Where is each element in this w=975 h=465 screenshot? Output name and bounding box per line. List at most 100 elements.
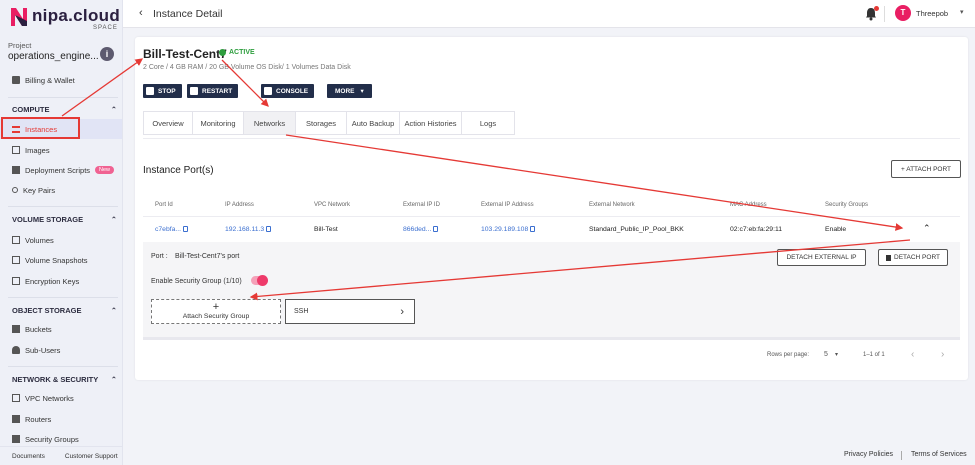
column-header: Port Id (155, 202, 173, 208)
privacy-policies-link[interactable]: Privacy Policies (844, 451, 893, 458)
port-id-cell[interactable]: c7ebfa... (155, 226, 189, 233)
sidebar-item-encryption-keys[interactable]: Encryption Keys (0, 271, 122, 291)
instance-tabs: Overview Monitoring Networks Storages Au… (143, 111, 515, 135)
chevron-up-icon: ⌃ (110, 375, 117, 384)
status-dot-icon (219, 49, 226, 56)
sidebar-item-key-pairs[interactable]: Key Pairs (0, 180, 122, 200)
script-icon (12, 166, 20, 174)
pagination: Rows per page: 5 ▾ 1–1 of 1 ‹ › (135, 349, 968, 364)
restart-button[interactable]: RESTART (187, 84, 239, 98)
sidebar-item-images[interactable]: Images (0, 140, 122, 160)
column-header: External IP ID (403, 202, 440, 208)
section-network-security[interactable]: NETWORK & SECURITY ⌃ (12, 375, 117, 384)
key-icon (12, 187, 18, 193)
divider (8, 206, 118, 207)
back-arrow-icon[interactable]: ‹ (139, 7, 143, 19)
column-header: IP Address (225, 202, 254, 208)
trash-icon (886, 254, 891, 261)
security-group-ssh[interactable]: SSH › (285, 299, 415, 324)
instance-detail-card: Bill-Test-Cent7 ACTIVE 2 Core / 4 GB RAM… (135, 37, 968, 380)
brand-sub: SPACE (93, 25, 118, 31)
terms-of-services-link[interactable]: Terms of Services (911, 451, 967, 458)
tab-monitoring[interactable]: Monitoring (193, 112, 244, 134)
sidebar-item-deployment-scripts[interactable]: Deployment Scripts New (0, 160, 122, 180)
prev-page-icon[interactable]: ‹ (911, 349, 914, 360)
chevron-up-icon: ⌃ (110, 105, 117, 114)
caret-down-icon[interactable]: ▾ (835, 351, 838, 358)
copy-icon[interactable] (266, 226, 272, 233)
project-name[interactable]: operations_engine... (8, 51, 99, 62)
console-button[interactable]: CONSOLE (261, 84, 315, 98)
tab-action-histories[interactable]: Action Histories (400, 112, 462, 134)
copy-icon[interactable] (433, 226, 439, 233)
new-badge: New (95, 166, 115, 174)
tab-auto-backup[interactable]: Auto Backup (347, 112, 400, 134)
documents-link[interactable]: Documents (12, 453, 45, 460)
mac-address-cell: 02:c7:eb:fa:29:11 (730, 226, 783, 233)
network-icon (12, 394, 20, 402)
external-ip-id-cell[interactable]: 866ded... (403, 226, 439, 233)
chevron-down-icon[interactable]: ▾ (960, 8, 964, 16)
security-group-toggle[interactable] (251, 275, 268, 286)
collapse-chevron-icon[interactable]: ⌃ (923, 223, 931, 234)
user-name[interactable]: Threepob (916, 9, 948, 18)
port-detail-panel: Port : Bill-Test-Cent7's port DETACH EXT… (143, 242, 960, 340)
divider (8, 366, 118, 367)
table-header: Port Id IP Address VPC Network External … (143, 197, 960, 217)
ip-address-cell[interactable]: 192.168.11.3 (225, 226, 272, 233)
sidebar-item-volumes[interactable]: Volumes (0, 230, 122, 250)
status-badge: ACTIVE (219, 49, 255, 56)
sidebar-item-volume-snapshots[interactable]: Volume Snapshots (0, 250, 122, 270)
port-label: Port : (151, 253, 168, 260)
tab-overview[interactable]: Overview (144, 112, 193, 134)
avatar[interactable]: T (895, 5, 911, 21)
project-info-icon[interactable]: i (100, 47, 114, 61)
customer-support-link[interactable]: Customer Support (65, 453, 118, 460)
section-volume-storage[interactable]: VOLUME STORAGE ⌃ (12, 215, 117, 224)
toggle-knob (257, 275, 268, 286)
section-object-storage[interactable]: OBJECT STORAGE ⌃ (12, 306, 117, 315)
copy-icon[interactable] (183, 226, 189, 233)
chevron-up-icon: ⌃ (110, 306, 117, 315)
divider (901, 451, 902, 460)
restart-icon (190, 87, 198, 95)
tab-networks[interactable]: Networks (244, 112, 296, 134)
column-header: Security Groups (825, 202, 869, 208)
volume-icon (12, 236, 20, 244)
attach-security-group-label: Attach Security Group (182, 313, 250, 320)
more-button[interactable]: MORE ▾ (327, 84, 372, 98)
external-ip-address-cell[interactable]: 103.29.189.108 (481, 226, 536, 233)
enable-security-group-label: Enable Security Group (1/10) (151, 278, 242, 285)
rows-per-page-select[interactable]: 5 (824, 351, 828, 358)
image-icon (12, 146, 20, 154)
detach-external-ip-button[interactable]: DETACH EXTERNAL IP (777, 249, 866, 266)
column-header: External Network (589, 202, 635, 208)
divider (143, 138, 960, 139)
table-row[interactable]: c7ebfa... 192.168.11.3 Bill-Test 866ded.… (143, 219, 960, 241)
users-icon (12, 346, 20, 354)
attach-security-group-button[interactable]: + Attach Security Group (151, 299, 281, 324)
detach-port-button[interactable]: DETACH PORT (878, 249, 948, 266)
stop-button[interactable]: STOP (143, 84, 182, 98)
section-compute[interactable]: COMPUTE ⌃ (12, 105, 117, 114)
tab-storages[interactable]: Storages (296, 112, 347, 134)
footer: Privacy Policies Terms of Services (123, 446, 975, 465)
sidebar: nipa.cloud SPACE Project operations_engi… (0, 0, 123, 465)
attach-port-button[interactable]: + ATTACH PORT (891, 160, 961, 178)
copy-icon[interactable] (530, 226, 536, 233)
tab-logs[interactable]: Logs (462, 112, 514, 134)
column-header: External IP Address (481, 202, 534, 208)
chevron-right-icon: › (400, 305, 404, 318)
next-page-icon[interactable]: › (941, 349, 944, 360)
divider (884, 6, 885, 22)
port-name: Bill-Test-Cent7's port (175, 253, 240, 260)
sidebar-item-buckets[interactable]: Buckets (0, 319, 122, 339)
wallet-icon (12, 76, 20, 84)
sidebar-item-vpc-networks[interactable]: VPC Networks (0, 388, 122, 408)
divider (8, 97, 118, 98)
plus-icon: + (212, 301, 220, 313)
brand-logo[interactable]: nipa.cloud SPACE (10, 6, 120, 32)
sidebar-item-routers[interactable]: Routers (0, 409, 122, 429)
sidebar-item-sub-users[interactable]: Sub-Users (0, 340, 122, 360)
sidebar-item-billing[interactable]: Billing & Wallet (0, 70, 122, 90)
